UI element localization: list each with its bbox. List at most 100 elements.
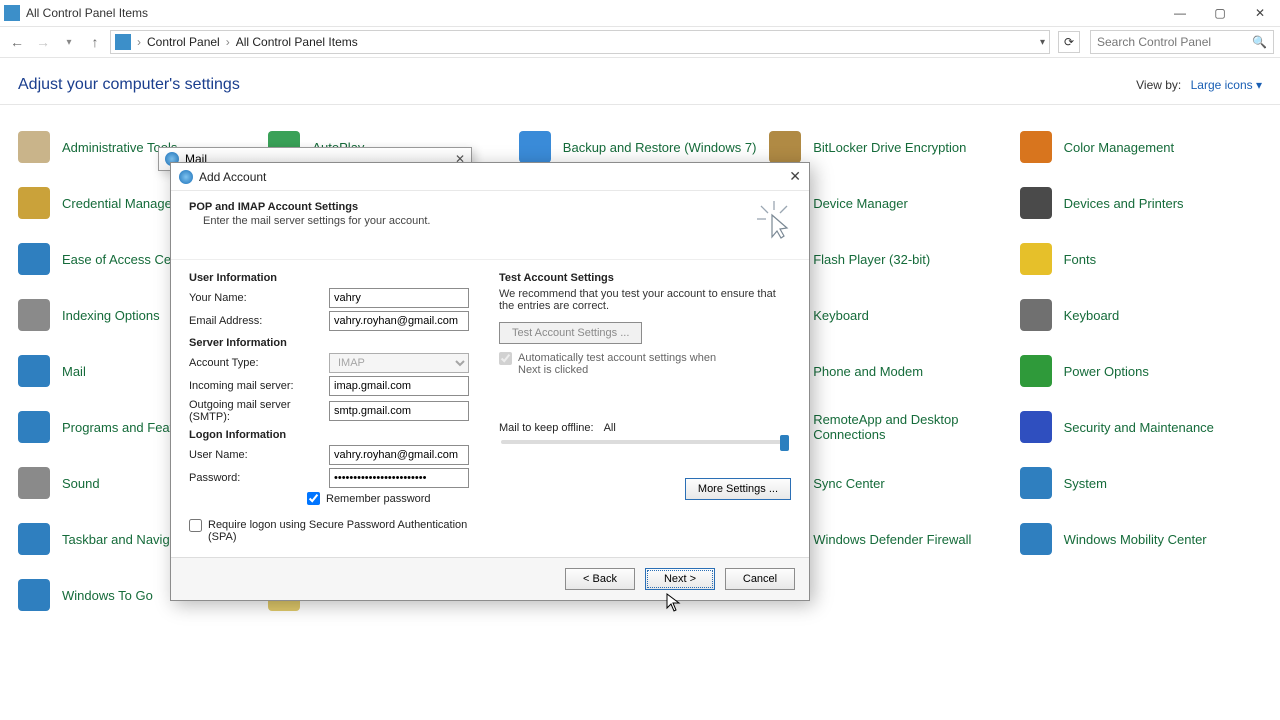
search-placeholder: Search Control Panel xyxy=(1097,35,1211,49)
section-user-info: User Information xyxy=(189,272,481,284)
email-input[interactable] xyxy=(329,311,469,331)
nav-bar: ← → ▾ ↑ › Control Panel › All Control Pa… xyxy=(0,26,1280,58)
cp-item-label: Windows Mobility Center xyxy=(1064,532,1207,547)
dialog-header: POP and IMAP Account Settings Enter the … xyxy=(171,191,809,259)
maximize-button[interactable]: ▢ xyxy=(1200,0,1240,26)
dialog-close-button[interactable]: ✕ xyxy=(789,168,801,185)
dialog-subheading: Enter the mail server settings for your … xyxy=(203,215,430,227)
auto-test-checkbox[interactable] xyxy=(499,352,512,365)
cp-item-icon xyxy=(18,187,50,219)
slider-thumb[interactable] xyxy=(780,435,789,451)
dialog-heading: POP and IMAP Account Settings xyxy=(189,201,358,213)
offline-value: All xyxy=(604,422,616,434)
cp-item-label: Color Management xyxy=(1064,140,1175,155)
left-column: User Information Your Name: Email Addres… xyxy=(189,266,481,547)
cp-item-icon xyxy=(18,243,50,275)
cp-item-icon xyxy=(769,131,801,163)
cp-item-icon xyxy=(1020,355,1052,387)
cp-item-icon xyxy=(519,131,551,163)
cp-item-icon xyxy=(1020,187,1052,219)
cp-item-label: BitLocker Drive Encryption xyxy=(813,140,966,155)
page-header: Adjust your computer's settings View by:… xyxy=(0,58,1280,104)
search-input[interactable]: Search Control Panel 🔍 xyxy=(1090,30,1274,54)
cp-item-label: Indexing Options xyxy=(62,308,160,323)
cp-item-label: Devices and Printers xyxy=(1064,196,1184,211)
spa-checkbox[interactable] xyxy=(189,519,202,532)
cp-item-label: System xyxy=(1064,476,1107,491)
cp-item-label: Sound xyxy=(62,476,100,491)
cp-item-icon xyxy=(18,467,50,499)
cp-item-label: Keyboard xyxy=(1064,308,1120,323)
cp-item-icon xyxy=(1020,243,1052,275)
window-titlebar: All Control Panel Items xyxy=(0,0,1280,26)
close-button[interactable]: ✕ xyxy=(1240,0,1280,26)
address-bar[interactable]: › Control Panel › All Control Panel Item… xyxy=(110,30,1050,54)
cp-item[interactable]: Power Options xyxy=(1020,355,1262,387)
cp-item-icon xyxy=(18,131,50,163)
addr-dropdown-icon[interactable]: ▾ xyxy=(1040,37,1045,48)
cp-item[interactable]: Security and Maintenance xyxy=(1020,411,1262,443)
crumb-control-panel[interactable]: Control Panel xyxy=(147,35,220,49)
wizard-cursor-icon xyxy=(757,201,791,247)
cp-item-label: Mail xyxy=(62,364,86,379)
cp-item-icon xyxy=(1020,523,1052,555)
recent-dropdown[interactable]: ▾ xyxy=(58,31,80,53)
cp-item-icon xyxy=(18,411,50,443)
up-button[interactable]: ↑ xyxy=(84,31,106,53)
cp-item-icon xyxy=(1020,299,1052,331)
cp-item-label: RemoteApp and Desktop Connections xyxy=(813,412,1011,442)
view-by-select[interactable]: Large icons ▾ xyxy=(1191,78,1262,92)
cp-item-icon xyxy=(1020,467,1052,499)
cp-item[interactable]: Windows Mobility Center xyxy=(1020,523,1262,555)
minimize-button[interactable]: — xyxy=(1160,0,1200,26)
cp-item[interactable]: Color Management xyxy=(1020,131,1262,163)
cp-item-label: Flash Player (32-bit) xyxy=(813,252,930,267)
cp-item[interactable]: BitLocker Drive Encryption xyxy=(769,131,1011,163)
back-button[interactable]: < Back xyxy=(565,568,635,590)
outgoing-server-input[interactable] xyxy=(329,401,469,421)
crumb-all-items[interactable]: All Control Panel Items xyxy=(236,35,358,49)
cp-item-label: Windows To Go xyxy=(62,588,153,603)
more-settings-button[interactable]: More Settings ... xyxy=(685,478,791,500)
section-test: Test Account Settings xyxy=(499,272,791,284)
search-icon: 🔍 xyxy=(1252,35,1267,49)
cp-item-icon xyxy=(18,355,50,387)
cp-item-icon xyxy=(18,579,50,611)
cancel-button[interactable]: Cancel xyxy=(725,568,795,590)
account-type-select[interactable]: IMAP xyxy=(329,353,469,373)
cp-item-icon xyxy=(18,523,50,555)
cp-item-icon xyxy=(18,299,50,331)
offline-slider[interactable] xyxy=(501,440,789,444)
cp-item-label: Power Options xyxy=(1064,364,1149,379)
dialog-titlebar: Add Account ✕ xyxy=(171,163,809,191)
username-input[interactable] xyxy=(329,445,469,465)
forward-button[interactable]: → xyxy=(32,31,54,53)
test-note: We recommend that you test your account … xyxy=(499,288,791,312)
cp-item-label: Credential Manager xyxy=(62,196,176,211)
right-column: Test Account Settings We recommend that … xyxy=(499,266,791,547)
back-button[interactable]: ← xyxy=(6,31,28,53)
cp-item[interactable]: Fonts xyxy=(1020,243,1262,275)
cp-item[interactable]: Backup and Restore (Windows 7) xyxy=(519,131,761,163)
section-logon-info: Logon Information xyxy=(189,429,481,441)
dialog-footer: < Back Next > Cancel xyxy=(171,557,809,600)
incoming-server-input[interactable] xyxy=(329,376,469,396)
page-title: Adjust your computer's settings xyxy=(18,76,240,94)
globe-icon xyxy=(179,170,193,184)
add-account-dialog: Add Account ✕ POP and IMAP Account Setti… xyxy=(170,162,810,601)
section-server-info: Server Information xyxy=(189,337,481,349)
test-settings-button[interactable]: Test Account Settings ... xyxy=(499,322,642,344)
cp-item[interactable]: Keyboard xyxy=(1020,299,1262,331)
password-input[interactable] xyxy=(329,468,469,488)
cp-item[interactable]: System xyxy=(1020,467,1262,499)
window-title: All Control Panel Items xyxy=(26,6,148,20)
refresh-button[interactable]: ⟳ xyxy=(1058,31,1080,53)
view-by: View by: Large icons ▾ xyxy=(1136,78,1262,92)
next-button[interactable]: Next > xyxy=(645,568,715,590)
divider xyxy=(0,104,1280,105)
cp-item-label: Security and Maintenance xyxy=(1064,420,1214,435)
remember-password-checkbox[interactable] xyxy=(307,492,320,505)
cp-item-label: Phone and Modem xyxy=(813,364,923,379)
cp-item[interactable]: Devices and Printers xyxy=(1020,187,1262,219)
your-name-input[interactable] xyxy=(329,288,469,308)
